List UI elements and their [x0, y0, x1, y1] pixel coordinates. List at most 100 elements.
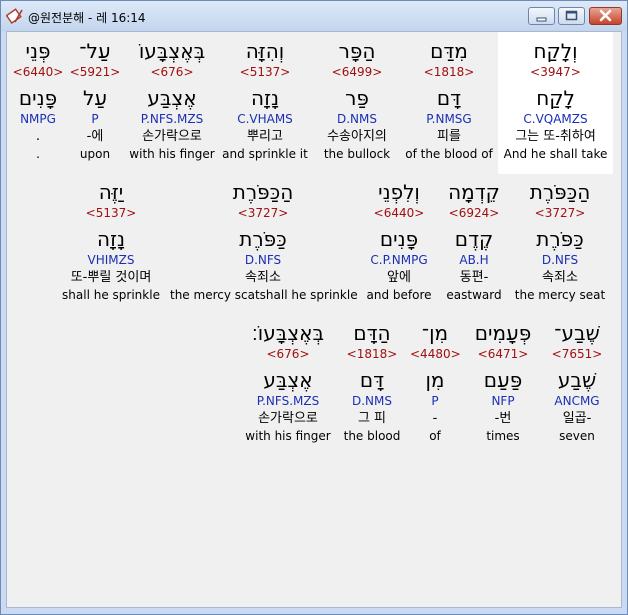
strong-number[interactable]: <6499> — [315, 64, 399, 81]
korean-gloss: 그 피 — [357, 411, 387, 426]
strong-number[interactable]: <676> — [125, 64, 219, 81]
word-column[interactable]: פְּנֵי <6440> פָּנִים NMPG . . — [10, 38, 66, 163]
korean-gloss: -에 — [86, 129, 104, 144]
hebrew-word: וְהִזָּה — [245, 39, 285, 63]
word-column[interactable]: קֵדְמָה <6924> קֶדֶם AB.H 동편- eastward — [439, 179, 509, 304]
korean-gloss: 앞에 — [387, 270, 411, 285]
hebrew-word: בְּאֶצְבָּעוֹ — [138, 39, 206, 63]
english-gloss: the mercy seat — [514, 288, 606, 302]
strong-number[interactable]: <3947> — [498, 64, 613, 81]
morphology-code: D.NMS — [351, 394, 392, 408]
lemma-word: שֶׁבַע — [557, 368, 597, 392]
word-column[interactable]: הַדָּם <1818> דָּם D.NMS 그 피 the blood — [341, 320, 403, 445]
morphology-code: D.NFS — [244, 253, 282, 267]
english-gloss: and before — [366, 288, 432, 302]
lemma-word: נָזָה — [251, 86, 279, 110]
strong-number[interactable]: <7651> — [545, 346, 609, 363]
word-column[interactable]: בְּאֶצְבָּעוֹ <676> אֶצְבַּע P.NFS.MZS 손… — [125, 38, 219, 163]
word-column[interactable]: שֶׁבַע־ <7651> שֶׁבַע ANCMG 일곱- seven — [545, 320, 609, 445]
morphology-code: C.VHAMS — [237, 112, 293, 126]
app-window: @원전분해 - 레 16:14 פְּנֵי <6440> פָּנִים NM… — [0, 0, 628, 615]
word-column[interactable]: יַזֶּה <5137> נָזָה VHIMZS 또-뿌릴 것이며 shal… — [59, 179, 163, 304]
english-gloss: upon — [79, 147, 111, 161]
english-gloss: times — [486, 429, 520, 443]
lemma-word: קֶדֶם — [454, 227, 494, 251]
korean-gloss: 동편- — [459, 270, 489, 285]
lemma-word: מִן — [425, 368, 445, 392]
lemma-word: עַל — [82, 86, 108, 110]
lemma-word: כַּפֹּרֶת — [239, 227, 287, 251]
korean-gloss: -번 — [494, 411, 512, 426]
english-gloss: And he shall take — [503, 147, 608, 161]
word-column-selected[interactable]: וְלָקַח <3947> לָקַח C.VQAMZS 그는 또-취하여 A… — [498, 32, 613, 174]
strong-number[interactable]: <1818> — [341, 346, 403, 363]
hebrew-word: הַכַּפֹּרֶת — [232, 180, 294, 204]
verse-analysis-panel: פְּנֵי <6440> פָּנִים NMPG . . עַל־ <592… — [6, 31, 622, 608]
strong-number[interactable]: <6440> — [362, 205, 436, 222]
hebrew-word: מִן־ — [421, 321, 449, 345]
english-gloss: the bullock — [323, 147, 391, 161]
morphology-code: P — [91, 112, 99, 126]
book-pen-icon — [5, 7, 24, 25]
english-gloss: of the blood of — [405, 147, 493, 161]
hebrew-word: מִדַּם — [430, 39, 468, 63]
strong-number[interactable]: <1818> — [405, 64, 493, 81]
lemma-word: פָּנִים — [379, 227, 419, 251]
hebrew-word: פְּעָמִים — [474, 321, 532, 345]
word-column[interactable]: פְּעָמִים <6471> פַּעַם NFP -번 times — [465, 320, 541, 445]
english-gloss: shall he sprinkle — [62, 288, 160, 302]
window-title: @원전분해 - 레 16:14 — [28, 11, 146, 25]
hebrew-word: עַל־ — [79, 39, 111, 63]
word-column[interactable]: הַפָּר <6499> פַּר D.NMS 수송아지의 the bullo… — [315, 38, 399, 163]
word-column[interactable]: הַכַּפֹּרֶת <3727> כַּפֹּרֶת D.NFS 속죄소 t… — [170, 179, 358, 304]
strong-number[interactable]: <676> — [243, 346, 333, 363]
korean-gloss: 속죄소 — [245, 270, 281, 285]
morphology-code: NFP — [491, 394, 515, 408]
korean-gloss: 손가락으로 — [142, 129, 202, 144]
morphology-code: P.NMSG — [426, 112, 472, 126]
strong-number[interactable]: <6440> — [10, 64, 66, 81]
morphology-code: C.VQAMZS — [523, 112, 588, 126]
word-column[interactable]: מִדַּם <1818> דָּם P.NMSG 피를 of the bloo… — [405, 38, 493, 163]
lemma-word: אֶצְבַּע — [263, 368, 313, 392]
korean-gloss: 피를 — [437, 129, 461, 144]
strong-number[interactable]: <3727> — [170, 205, 356, 222]
maximize-icon — [565, 10, 578, 21]
lemma-word: אֶצְבַּע — [147, 86, 197, 110]
hebrew-word: יַזֶּה — [98, 180, 124, 204]
word-column[interactable]: הַכַּפֹּרֶת <3727> כַּפֹּרֶת D.NFS 속죄소 t… — [513, 179, 607, 304]
morphology-code: VHIMZS — [87, 253, 135, 267]
english-gloss: with his finger — [129, 147, 215, 161]
strong-number[interactable]: <4480> — [410, 346, 461, 363]
word-column[interactable]: וְלִפְנֵי <6440> פָּנִים C.P.NMPG 앞에 and… — [362, 179, 436, 304]
hebrew-word: קֵדְמָה — [448, 180, 500, 204]
morphology-code: D.NFS — [541, 253, 579, 267]
maximize-button[interactable] — [558, 7, 585, 25]
korean-gloss: 그는 또-취하여 — [515, 129, 596, 144]
lemma-word: פַּעַם — [483, 368, 523, 392]
hebrew-word: הַפָּר — [338, 39, 376, 63]
korean-gloss: 수송아지의 — [327, 129, 387, 144]
minimize-button[interactable] — [528, 7, 555, 25]
hebrew-word: בְּאֶצְבָּעוֹ׃ — [251, 321, 325, 345]
close-button[interactable] — [589, 7, 622, 25]
strong-number[interactable]: <5137> — [221, 64, 309, 81]
strong-number[interactable]: <3727> — [513, 205, 607, 222]
morphology-code: P.NFS.MZS — [140, 112, 204, 126]
morphology-code: AB.H — [459, 253, 489, 267]
hebrew-word: וְלִפְנֵי — [378, 180, 420, 204]
strong-number[interactable]: <6471> — [465, 346, 541, 363]
strong-number[interactable]: <5137> — [59, 205, 163, 222]
morphology-code: P — [431, 394, 439, 408]
morphology-code: NMPG — [20, 112, 56, 126]
english-gloss: the mercy scatshall he sprinkle — [170, 288, 358, 302]
strong-number[interactable]: <6924> — [439, 205, 509, 222]
title-bar[interactable]: @원전분해 - 레 16:14 — [1, 1, 627, 31]
word-column[interactable]: מִן־ <4480> מִן P - of — [410, 320, 461, 445]
english-gloss: seven — [559, 429, 595, 443]
word-column[interactable]: וְהִזָּה <5137> נָזָה C.VHAMS 뿌리고 and sp… — [221, 38, 309, 163]
word-column[interactable]: בְּאֶצְבָּעוֹ׃ <676> אֶצְבַּע P.NFS.MZS … — [243, 320, 333, 445]
word-column[interactable]: עַל־ <5921> עַל P -에 upon — [69, 38, 121, 163]
strong-number[interactable]: <5921> — [69, 64, 121, 81]
hebrew-word: שֶׁבַע־ — [554, 321, 600, 345]
